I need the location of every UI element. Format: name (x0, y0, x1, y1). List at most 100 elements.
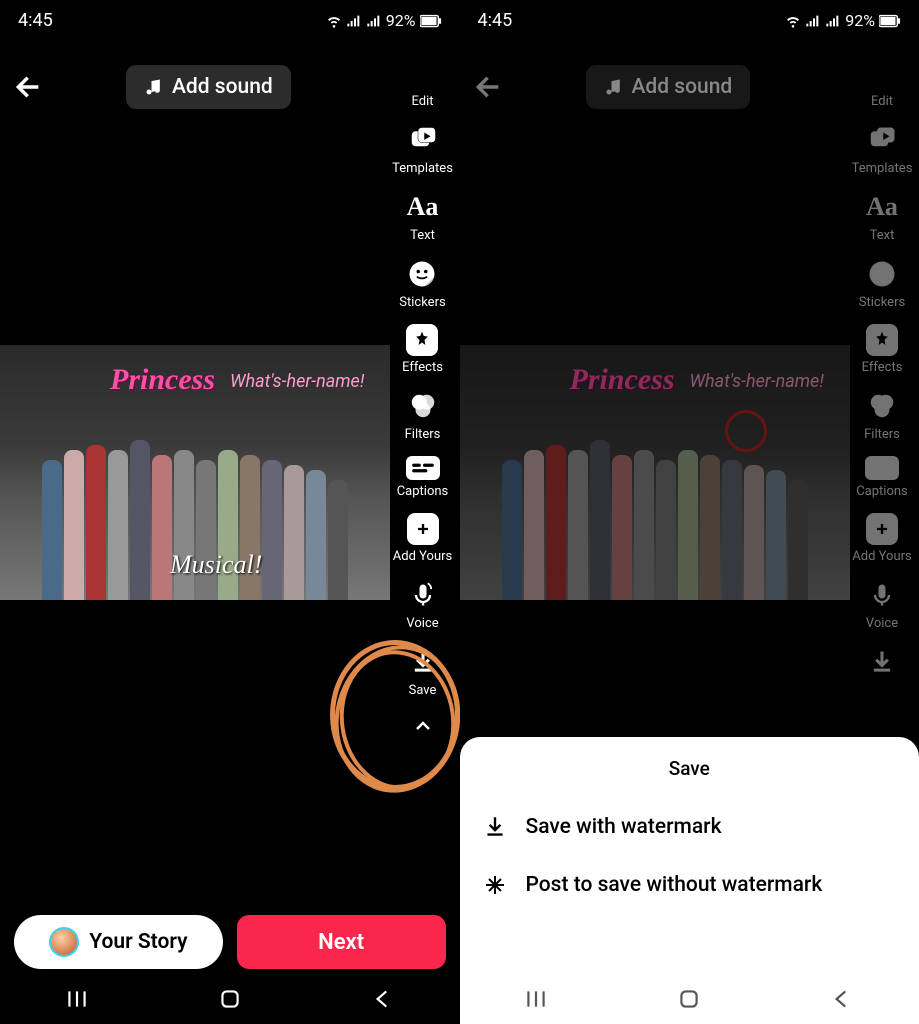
tool-templates[interactable]: Templates (392, 123, 453, 176)
add-yours-icon (407, 513, 439, 545)
captions-icon (865, 456, 899, 480)
filters-icon (865, 389, 899, 423)
bottom-actions: Your Story Next (0, 915, 460, 969)
tool-voice[interactable]: Voice (406, 578, 440, 631)
filters-icon (406, 389, 440, 423)
sheet-row-watermark[interactable]: Save with watermark (460, 798, 919, 856)
tool-effects[interactable]: Effects (402, 324, 443, 375)
battery-text: 92% (386, 11, 416, 30)
back-button (472, 70, 506, 104)
save-icon (865, 645, 899, 679)
templates-icon (406, 123, 440, 157)
tool-text[interactable]: Aa Text (406, 190, 440, 243)
tool-save (865, 645, 899, 679)
effects-icon (406, 324, 438, 356)
text-icon: Aa (865, 190, 899, 224)
add-sound-button[interactable]: Add sound (126, 65, 291, 109)
nav-back[interactable] (370, 986, 396, 1012)
status-time: 4:45 (478, 10, 513, 31)
next-label: Next (318, 930, 364, 955)
screen-right: 4:45 92% Add sound Edit Templates (460, 0, 919, 1024)
tool-filters[interactable]: Filters (405, 389, 441, 442)
tool-stickers: Stickers (859, 257, 905, 310)
tool-add-yours[interactable]: Add Yours (393, 513, 452, 564)
stickers-icon (405, 257, 439, 291)
android-nav (460, 974, 919, 1024)
sheet-title: Save (460, 757, 919, 780)
templates-icon (865, 123, 899, 157)
effects-icon (866, 324, 898, 356)
status-time: 4:45 (18, 10, 53, 31)
status-indicators: 92% (326, 11, 442, 30)
nav-back[interactable] (829, 986, 855, 1012)
music-note-icon (604, 77, 624, 97)
voice-icon (406, 578, 440, 612)
nav-recents[interactable] (64, 986, 90, 1012)
tool-text: Aa Text (865, 190, 899, 243)
tool-templates: Templates (852, 123, 913, 176)
preview-text-musical: Musical! (170, 550, 262, 580)
screen-left: 4:45 92% Add sound Edit Templates (0, 0, 460, 1024)
your-story-label: Your Story (89, 930, 187, 954)
tool-voice: Voice (865, 578, 899, 631)
tool-edit: Edit (865, 76, 899, 109)
download-icon (482, 814, 508, 840)
captions-icon (406, 456, 440, 480)
preview-text-princess: Princess (110, 363, 215, 397)
voice-icon (865, 578, 899, 612)
status-indicators: 92% (785, 11, 901, 30)
signal-icon (805, 13, 821, 29)
tool-stickers[interactable]: Stickers (399, 257, 445, 310)
tool-save[interactable]: Save (406, 645, 440, 698)
tool-effects: Effects (862, 324, 903, 375)
your-story-button[interactable]: Your Story (14, 915, 223, 969)
signal-icon (346, 13, 362, 29)
tool-column: Edit Templates Aa Text Stickers Effects (845, 76, 919, 679)
preview-text-princess: Princess (570, 363, 675, 397)
music-note-icon (144, 77, 164, 97)
status-bar: 4:45 92% (0, 0, 460, 35)
back-arrow-icon (13, 71, 45, 103)
battery-text: 92% (845, 11, 875, 30)
sheet-row-no-watermark-label: Post to save without watermark (526, 873, 823, 897)
add-sound-label: Add sound (632, 75, 733, 99)
wifi-icon (326, 13, 342, 29)
signal-icon-2 (825, 13, 841, 29)
nav-recents[interactable] (523, 986, 549, 1012)
add-sound-button: Add sound (586, 65, 751, 109)
signal-icon-2 (366, 13, 382, 29)
text-icon: Aa (406, 190, 440, 224)
wifi-icon (785, 13, 801, 29)
battery-icon (879, 13, 901, 29)
tool-edit[interactable]: Edit (406, 76, 440, 109)
video-preview[interactable]: Princess What's-her-name! Musical! (0, 345, 390, 600)
status-bar: 4:45 92% (460, 0, 919, 35)
nav-home[interactable] (676, 986, 702, 1012)
add-sound-label: Add sound (172, 75, 273, 99)
preview-text-subtitle: What's-her-name! (230, 371, 364, 392)
sparkle-icon (482, 872, 508, 898)
sheet-row-watermark-label: Save with watermark (526, 815, 722, 839)
tool-filters: Filters (864, 389, 900, 442)
preview-text-subtitle: What's-her-name! (690, 371, 824, 392)
tool-column: Edit Templates Aa Text Stickers Effects (386, 76, 460, 736)
collapse-tools-button[interactable] (408, 716, 438, 736)
back-button[interactable] (12, 70, 46, 104)
next-button[interactable]: Next (237, 915, 446, 969)
annotation-red-circle (725, 410, 767, 452)
chevron-up-icon (411, 714, 435, 738)
nav-home[interactable] (217, 986, 243, 1012)
stickers-icon (865, 257, 899, 291)
tool-captions[interactable]: Captions (397, 456, 449, 499)
sheet-row-no-watermark[interactable]: Post to save without watermark (460, 856, 919, 914)
back-arrow-icon (473, 71, 505, 103)
edit-icon (406, 76, 440, 90)
crowd-placeholder (460, 410, 850, 600)
tool-captions: Captions (856, 456, 908, 499)
tool-add-yours: Add Yours (852, 513, 911, 564)
save-icon (406, 645, 440, 679)
android-nav (0, 974, 460, 1024)
video-preview: Princess What's-her-name! (460, 345, 850, 600)
save-sheet: Save Save with watermark Post to save wi… (460, 737, 919, 974)
avatar (49, 927, 79, 957)
